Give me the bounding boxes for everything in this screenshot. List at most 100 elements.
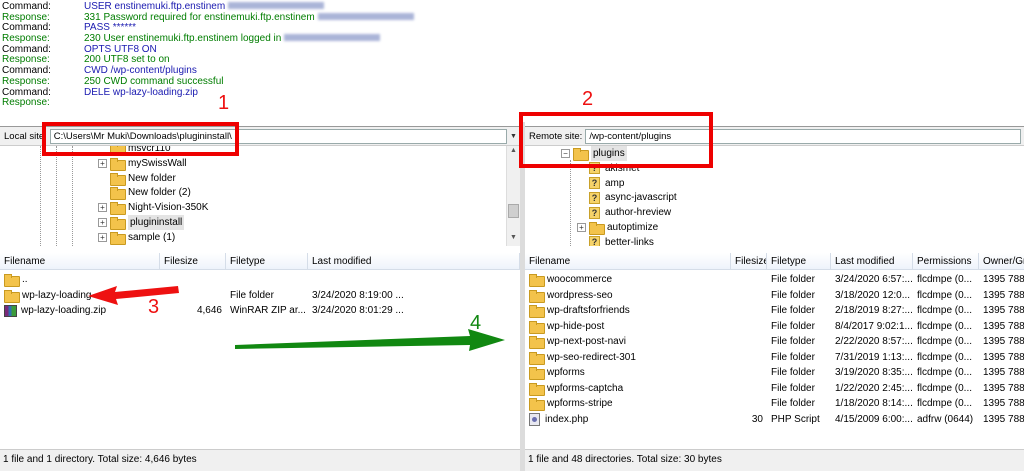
- local-tree-item[interactable]: + plugininstall: [98, 215, 185, 230]
- local-tree-item[interactable]: New folder (2): [110, 185, 191, 201]
- file-row[interactable]: wpforms File folder 3/19/2020 8:35:... flcd…: [525, 365, 1024, 381]
- file-type: File folder: [771, 367, 815, 378]
- folder-icon: [529, 336, 545, 350]
- redacted-text: [284, 34, 381, 42]
- message-log: Command: USER enstinemuki.ftp.enstinem Res…: [0, 0, 1024, 120]
- unknown-folder-icon: ?: [589, 206, 600, 219]
- log-message: 250 CWD command successful: [84, 75, 224, 87]
- log-row: Response:: [2, 97, 1024, 109]
- file-permissions: flcdmpe (0...: [917, 351, 973, 363]
- col-filename[interactable]: Filename: [0, 253, 160, 270]
- file-size: [731, 381, 767, 397]
- local-tree-scrollbar[interactable]: ▲ ▼: [506, 146, 520, 246]
- file-name-cell: wpforms-captcha: [525, 381, 731, 397]
- file-name-cell: ..: [0, 272, 160, 288]
- file-row[interactable]: woocommerce File folder 3/24/2020 6:57:...…: [525, 272, 1024, 288]
- folder-icon: [110, 187, 126, 201]
- expand-icon[interactable]: +: [98, 218, 107, 227]
- local-tree-item[interactable]: New folder: [110, 171, 176, 186]
- file-name: woocommerce: [547, 274, 613, 285]
- file-row[interactable]: wp-hide-post File folder 8/4/2017 9:02:1..…: [525, 319, 1024, 335]
- file-name-cell: wordpress-seo: [525, 288, 731, 304]
- expand-icon[interactable]: +: [98, 158, 107, 168]
- folder-icon: [529, 274, 545, 288]
- folder-icon: [4, 274, 20, 288]
- log-row: Response: 250 CWD command successful: [2, 75, 1024, 88]
- file-name: wp-hide-post: [547, 320, 605, 332]
- file-row[interactable]: wp-draftsforfriends File folder 2/18/2019 …: [525, 303, 1024, 319]
- file-row[interactable]: wordpress-seo File folder 3/18/2020 12:0..…: [525, 288, 1024, 304]
- filezilla-window: Command: USER enstinemuki.ftp.enstinem Res…: [0, 0, 1024, 471]
- file-name-cell: wp-lazy-loading.zip: [0, 303, 160, 319]
- file-modified: 8/4/2017 9:02:1...: [835, 320, 913, 332]
- remote-tree-item[interactable]: + autoptimize: [577, 220, 658, 235]
- tree-item-label: autoptimize: [607, 222, 659, 233]
- col-filesize[interactable]: Filesize: [731, 253, 767, 270]
- file-name: wordpress-seo: [547, 289, 613, 301]
- php-file-icon: [529, 412, 540, 426]
- tree-item-label: mySwissWall: [128, 157, 187, 169]
- zip-archive-icon: [4, 304, 17, 317]
- redacted-text: [228, 2, 325, 9]
- file-owner: 1395 788: [983, 351, 1024, 363]
- file-size: [160, 272, 226, 288]
- folder-icon: [110, 202, 126, 216]
- unknown-folder-icon: ?: [589, 191, 600, 204]
- col-filename[interactable]: Filename: [525, 253, 731, 270]
- folder-icon: [110, 217, 126, 230]
- remote-tree-item[interactable]: ? author-hreview: [589, 205, 671, 220]
- local-tree-item[interactable]: + sample (1): [98, 230, 175, 245]
- tree-guide-line: [56, 146, 57, 246]
- file-row[interactable]: wpforms-stripe File folder 1/18/2020 8:14:…: [525, 396, 1024, 412]
- col-owner-group[interactable]: Owner/Gr: [979, 253, 1024, 270]
- file-name: wp-next-post-navi: [547, 336, 626, 347]
- tree-item-label: amp: [605, 177, 625, 189]
- file-name-cell: wp-seo-redirect-301: [525, 350, 731, 366]
- file-permissions: flcdmpe (0...: [917, 367, 973, 378]
- local-tree-item[interactable]: + mySwissWall: [98, 156, 187, 171]
- file-row[interactable]: wp-seo-redirect-301 File folder 7/31/2019 …: [525, 350, 1024, 366]
- col-filetype[interactable]: Filetype: [767, 253, 831, 270]
- col-last-modified[interactable]: Last modified: [308, 253, 520, 270]
- file-type: File folder: [771, 274, 815, 285]
- file-name: wp-lazy-loading: [22, 289, 92, 301]
- expand-icon[interactable]: +: [98, 203, 107, 213]
- tree-guide-line: [570, 160, 571, 246]
- folder-icon: [529, 305, 545, 319]
- local-tree-item[interactable]: + Night-Vision-350K: [98, 200, 208, 216]
- file-row[interactable]: ..: [0, 272, 520, 288]
- file-row[interactable]: wp-lazy-loading File folder 3/24/2020 8:19…: [0, 288, 520, 304]
- remote-status-bar: 1 file and 48 directories. Total size: 3…: [525, 449, 1024, 471]
- file-row[interactable]: index.php 30 PHP Script 4/15/2009 6:00:... a…: [525, 412, 1024, 428]
- expand-icon[interactable]: +: [577, 223, 586, 232]
- remote-tree-item[interactable]: ? better-links: [589, 235, 654, 246]
- file-modified: 3/24/2020 6:57:...: [835, 274, 913, 285]
- file-row[interactable]: wp-next-post-navi File folder 2/22/2020 8:…: [525, 334, 1024, 350]
- annotation-box-local-path: [42, 122, 239, 156]
- annotation-box-remote-path: [519, 112, 713, 168]
- file-row[interactable]: wpforms-captcha File folder 1/22/2020 2:45…: [525, 381, 1024, 397]
- local-directory-tree: msvcr110 + mySwissWall New folder New folder…: [0, 146, 520, 246]
- file-owner: 1395 788: [983, 336, 1024, 347]
- file-type: File folder: [771, 336, 815, 347]
- col-last-modified[interactable]: Last modified: [831, 253, 913, 270]
- folder-icon: [529, 351, 545, 365]
- file-type: File folder: [771, 382, 815, 394]
- expand-icon[interactable]: +: [98, 232, 107, 242]
- file-type: File folder: [771, 305, 815, 316]
- file-type: [226, 272, 308, 288]
- scroll-up-icon[interactable]: ▲: [510, 147, 517, 154]
- tree-item-label: better-links: [605, 236, 654, 246]
- remote-tree-item[interactable]: ? async-javascript: [589, 190, 677, 205]
- remote-tree-item[interactable]: ? amp: [589, 176, 624, 191]
- col-filetype[interactable]: Filetype: [226, 253, 308, 270]
- col-permissions[interactable]: Permissions: [913, 253, 979, 270]
- file-row[interactable]: wp-lazy-loading.zip 4,646 WinRAR ZIP ar...…: [0, 303, 520, 319]
- file-size: [731, 272, 767, 288]
- file-modified: 7/31/2019 1:13:...: [835, 351, 913, 363]
- scrollbar-thumb[interactable]: [508, 204, 519, 218]
- log-label: Response:: [2, 75, 50, 87]
- scroll-down-icon[interactable]: ▼: [510, 234, 517, 241]
- col-filesize[interactable]: Filesize: [160, 253, 226, 270]
- file-type: PHP Script: [771, 413, 820, 425]
